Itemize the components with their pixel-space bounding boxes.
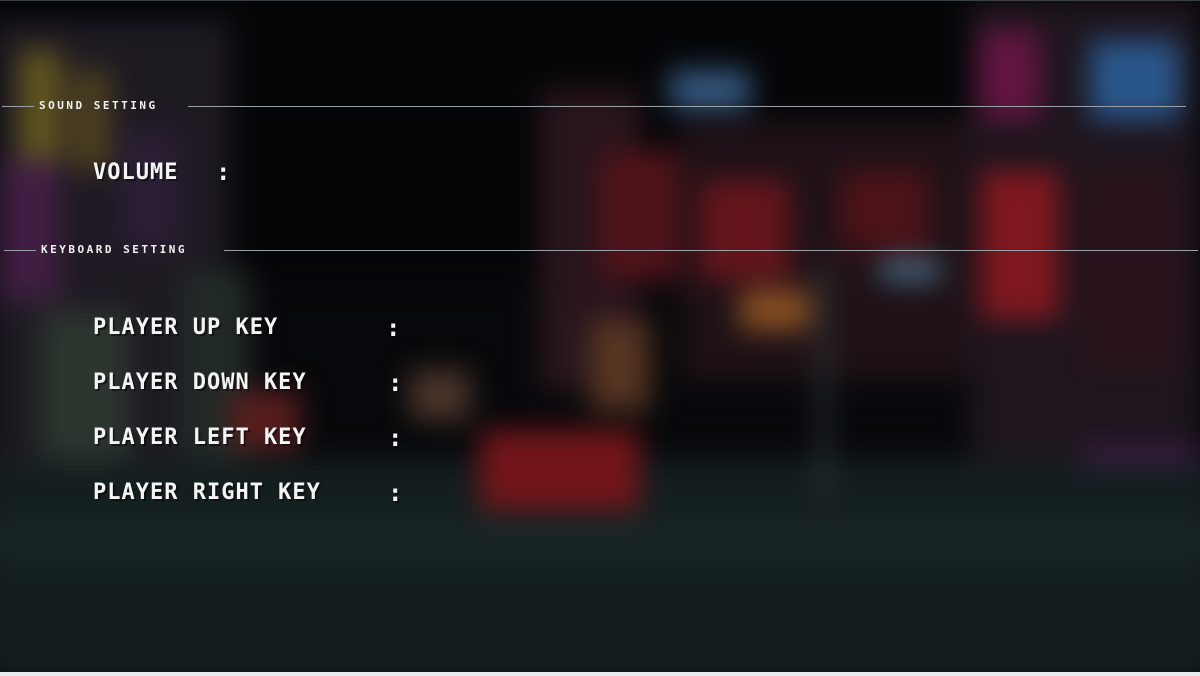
section-title: KEYBOARD SETTING [41, 243, 187, 256]
player-up-key-label: PLAYER UP KEY [93, 315, 279, 340]
divider-line [2, 106, 34, 107]
player-right-key-label: PLAYER RIGHT KEY [93, 480, 321, 505]
player-right-key-colon: : [388, 479, 403, 507]
divider-line [224, 250, 1198, 251]
player-left-key-colon: : [388, 424, 403, 452]
player-down-key-colon: : [388, 369, 403, 397]
divider-line [188, 106, 1186, 107]
volume-label: VOLUME [93, 160, 179, 185]
bottom-border [0, 672, 1200, 676]
volume-colon: : [216, 158, 231, 186]
section-title: SOUND SETTING [39, 99, 158, 112]
player-up-key-colon: : [386, 314, 401, 342]
top-border [0, 0, 1200, 1]
player-left-key-label: PLAYER LEFT KEY [93, 425, 307, 450]
keyboard-setting-header: KEYBOARD SETTING [0, 241, 1200, 261]
divider-line [4, 250, 36, 251]
player-down-key-label: PLAYER DOWN KEY [93, 370, 307, 395]
sound-setting-header: SOUND SETTING [0, 97, 1200, 117]
